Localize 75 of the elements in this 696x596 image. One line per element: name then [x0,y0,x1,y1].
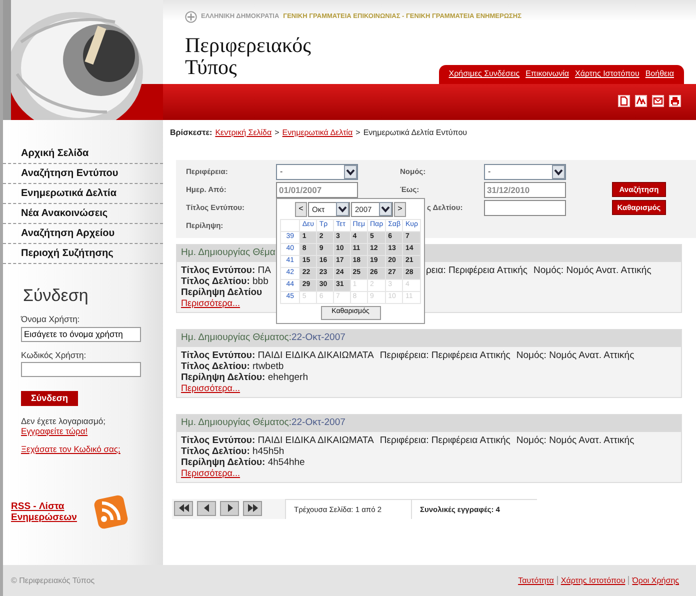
top-link[interactable]: Χάρτης Ιστοτόπου [574,69,640,79]
footer-link[interactable]: Όροι Χρήσης [628,576,682,585]
register-link[interactable]: Εγγραφείτε τώρα! [21,426,88,436]
date-value: 22-Οκτ-2007 [291,332,346,344]
prefecture-select[interactable]: - [484,164,566,180]
last-page-button[interactable] [243,500,262,516]
menu-item[interactable]: Περιοχή Συζήτησης [3,244,163,264]
emblem-icon [185,11,197,23]
caret-icon [336,202,349,216]
region-select[interactable]: - [276,164,358,180]
prefecture-text: Νομός: Νομός Ανατ. Αττικής [516,350,634,361]
caret-icon [552,164,565,179]
bulletin-line: Τίτλος Δελτίου: rtwbetb [181,360,285,372]
caret-icon [379,202,392,216]
username-field[interactable]: Εισάγετε το όνομα χρήστη [21,326,141,342]
menu-item[interactable]: Αρχική Σελίδα [3,144,163,164]
double-right-icon [246,503,260,514]
date-field[interactable]: 31/12/2010 [484,182,566,198]
breadcrumb-label: Βρίσκεστε: [170,128,212,138]
bulletin-line: Τίτλος Δελτίου: h45h5h [181,446,286,457]
date-field[interactable]: 01/01/2007 [276,182,358,198]
date-value: 22-Οκτ-2007 [291,417,346,429]
document-icon[interactable] [618,95,630,107]
title-line: Τίτλος Εντύπου: ΠΑ [181,264,271,276]
summary-line: Περίληψη Δελτίου: ehehgerh [181,372,310,383]
login-button[interactable]: Σύνδεση [21,390,78,406]
next-month-button[interactable]: > [394,202,406,217]
top-link[interactable]: Βοήθεια [645,69,674,79]
more-link[interactable]: Περισσότερα... [181,298,240,308]
date-label: Ημ. Δημιουργίας Θέμα [181,247,276,259]
breadcrumb-link[interactable]: Ενημερωτικά Δελτία [282,128,353,138]
site-title: Περιφερειακός Τύπος [185,34,312,78]
title-line: Τίτλος Εντύπου: ΠΑΙΔΙ ΕΙΔΙΚΑ ΔΙΚΑΙΩΜΑΤΑ [181,434,374,446]
first-page-button[interactable] [174,500,193,516]
summary-line: Περίληψη Δελτίου: 4h54hhe [181,456,306,468]
no-account-text: Δεν έχετε λογαριασμό; [21,416,106,426]
bulletin-line: Τίτλος Δελτίου: bbb [181,276,270,287]
next-page-button[interactable] [220,500,239,516]
more-link[interactable]: Περισσότερα... [181,382,240,393]
top-link[interactable]: Επικοινωνία [526,69,569,79]
summary-line: Περίληψη Δελτίου [181,286,264,298]
menu-item[interactable]: Νέα Ανακοινώσεις [3,204,163,224]
previous-page-button[interactable] [197,500,216,516]
breadcrumb-link[interactable]: Κεντρική Σελίδα [215,128,272,138]
title-line: Τίτλος Εντύπου: ΠΑΙΔΙ ΕΙΔΙΚΑ ΔΙΚΑΙΩΜΑΤΑ [181,350,374,361]
top-link[interactable]: Χρήσιμες Συνδέσεις [448,69,520,79]
double-left-icon [176,503,190,514]
prefecture-text: Νομός: Νομός Ανατ. Αττικής [516,434,634,446]
previous-month-button[interactable]: < [295,202,307,217]
breadcrumb-separator: > [356,128,360,138]
footer-link[interactable]: Χάρτης Ιστοτόπου [556,576,628,585]
menu-item[interactable]: Αναζήτηση Αρχείου [3,224,163,244]
date-label: Ημ. Δημιουργίας Θέματος: [181,332,292,344]
region-text: Περιφέρεια: Περιφέρεια Αττικής [380,350,510,361]
password-field[interactable] [21,362,141,377]
breadcrumb-separator: > [274,128,280,138]
copyright-text: © Περιφερειακός Τύπος [11,576,95,586]
rss-link[interactable]: RSS - Λίστα Ενημερώσεων [11,500,85,524]
forgot-password-link[interactable]: Ξεχάσατε τον Κωδικό σας; [21,444,120,454]
more-link[interactable]: Περισσότερα... [181,468,240,478]
menu-item[interactable]: Ενημερωτικά Δελτία [3,184,163,204]
print-icon[interactable] [669,95,681,107]
text-field[interactable] [484,200,566,216]
field-label: Κωδικός Χρήστη: [21,350,86,360]
menu-item[interactable]: Αναζήτηση Εντύπου [3,164,163,184]
mail-icon[interactable] [652,95,664,107]
login-title: Σύνδεση [23,286,88,306]
prefecture-text: Νομός: Νομός Ανατ. Αττικής [533,264,652,278]
caret-icon [344,164,357,179]
field-label: Όνομα Χρήστη: [21,314,80,325]
footer-link[interactable]: Ταυτότητα [515,576,557,585]
region-text: Περιφέρεια: Περιφέρεια Αττικής [380,434,510,446]
region-text: ρεια: Περιφέρεια Αττικής [426,264,528,278]
breadcrumb-current: Ενημερωτικά Δελτία Εντύπου [363,128,468,138]
date-label: Ημ. Δημιουργίας Θέματος: [181,417,292,429]
